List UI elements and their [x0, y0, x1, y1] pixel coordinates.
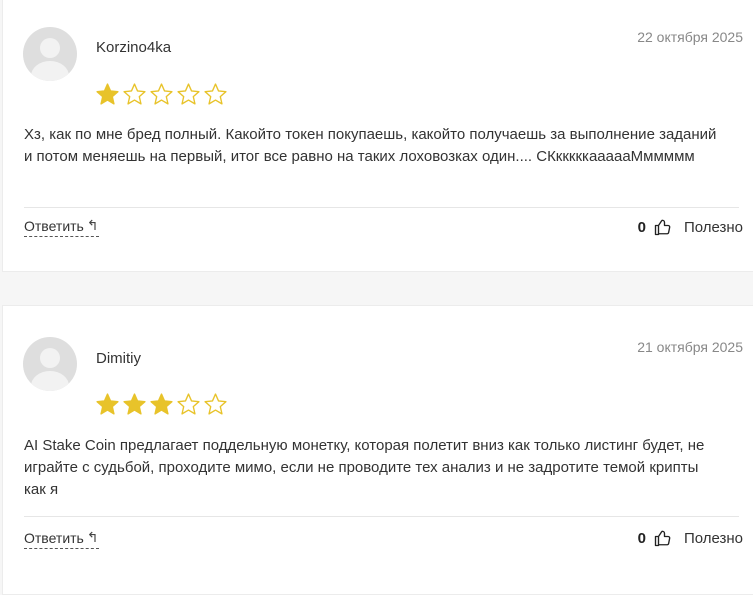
- star-empty-icon: [204, 83, 227, 105]
- review-card: Korzino4ka 22 октября 2025 Хз, как по мн…: [2, 0, 753, 272]
- star-empty-icon: [177, 393, 200, 415]
- star-filled-icon: [96, 83, 119, 105]
- review-date: 22 октября 2025: [637, 29, 743, 45]
- avatar: [23, 337, 77, 391]
- reply-arrow-icon: ↰: [86, 217, 99, 233]
- reply-link[interactable]: Ответить ↰: [24, 217, 99, 237]
- star-rating: [95, 392, 228, 417]
- star-filled-icon: [150, 393, 173, 415]
- review-text: AI Stake Coin предлагает поддельную моне…: [24, 437, 705, 498]
- divider: [24, 516, 739, 517]
- votes: 0 Полезно: [638, 218, 743, 236]
- reply-link[interactable]: Ответить ↰: [24, 529, 99, 549]
- useful-button[interactable]: Полезно: [684, 530, 743, 547]
- star-filled-icon: [123, 393, 146, 415]
- reply-arrow-icon: ↰: [86, 529, 99, 545]
- star-empty-icon: [150, 83, 173, 105]
- star-empty-icon: [177, 83, 200, 105]
- review-card: Dimitiy 21 октября 2025 AI Stake Coin пр…: [2, 305, 753, 595]
- like-count: 0: [637, 218, 646, 236]
- thumbs-up-icon[interactable]: [654, 529, 672, 547]
- votes: 0 Полезно: [638, 529, 743, 547]
- star-empty-icon: [204, 393, 227, 415]
- star-empty-icon: [123, 83, 146, 105]
- star-rating: [95, 82, 228, 107]
- review-date: 21 октября 2025: [637, 339, 743, 355]
- divider: [24, 207, 739, 208]
- review-text: Хз, как по мне бред полный. Какойто токе…: [24, 126, 717, 165]
- useful-button[interactable]: Полезно: [684, 219, 743, 236]
- like-count: 0: [637, 529, 646, 547]
- review-author: Dimitiy: [96, 350, 141, 367]
- reply-label: Ответить: [24, 529, 84, 546]
- thumbs-up-icon[interactable]: [654, 218, 672, 236]
- avatar: [23, 27, 77, 81]
- star-filled-icon: [96, 393, 119, 415]
- reply-label: Ответить: [24, 217, 84, 234]
- review-author: Korzino4ka: [96, 39, 172, 56]
